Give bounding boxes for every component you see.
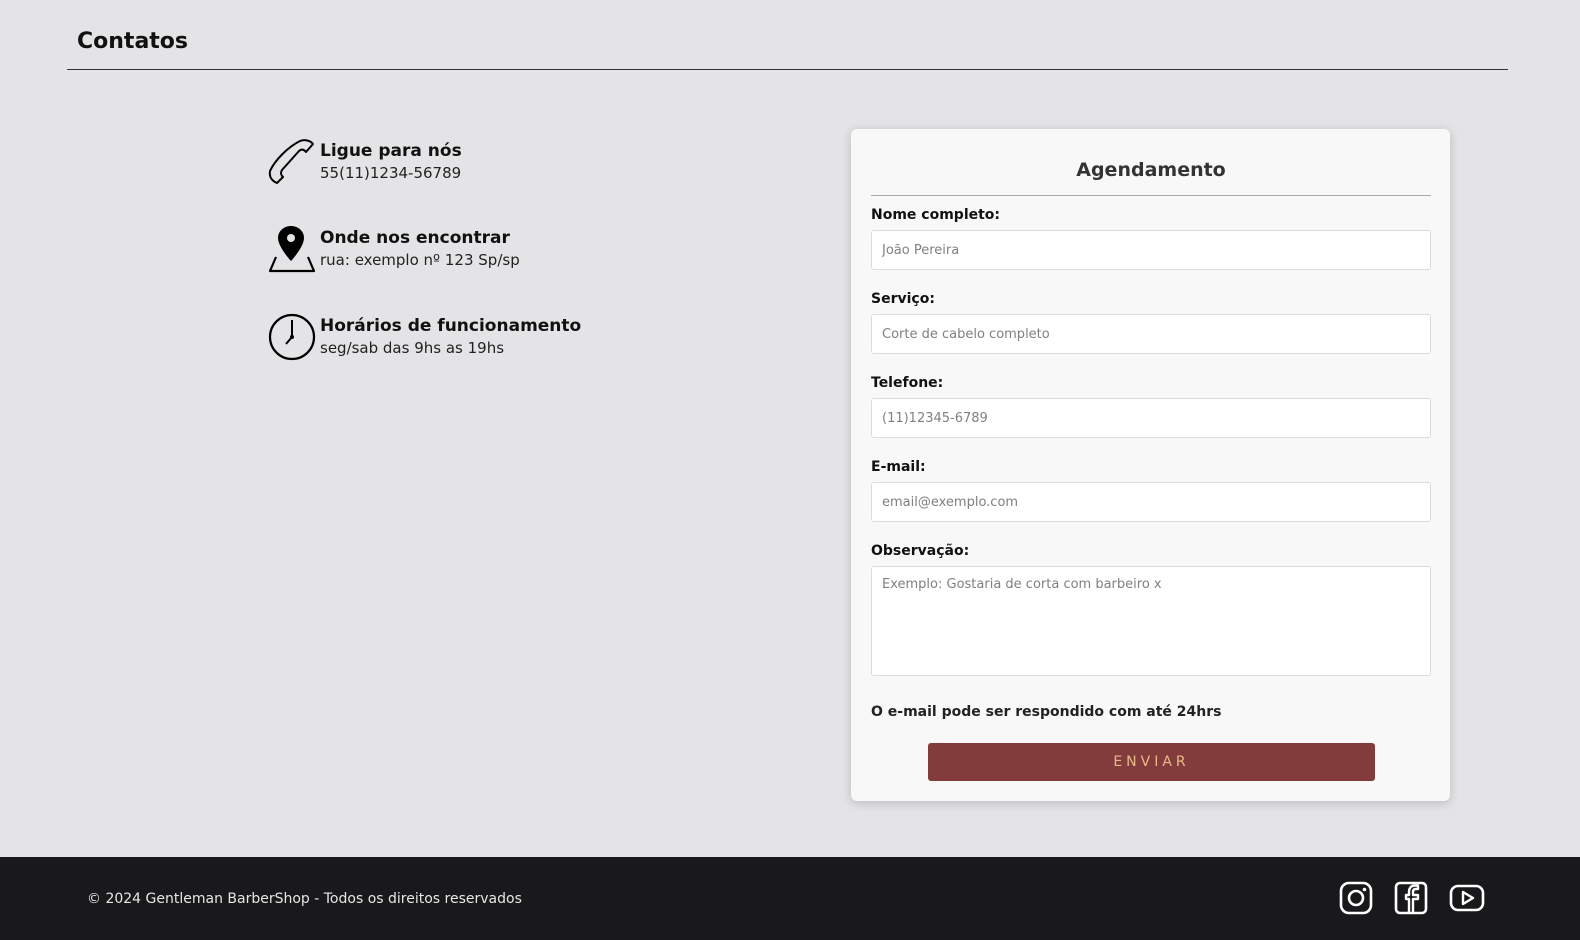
service-input[interactable]	[871, 314, 1431, 354]
contact-title: Onde nos encontrar	[320, 228, 510, 248]
contact-value: 55(11)1234-56789	[320, 164, 462, 182]
contact-value: rua: exemplo nº 123 Sp/sp	[320, 251, 520, 269]
name-input[interactable]	[871, 230, 1431, 270]
submit-button[interactable]: ENVIAR	[928, 743, 1375, 781]
service-label: Serviço:	[871, 291, 935, 307]
phone-icon	[268, 138, 316, 186]
footer-copyright: © 2024 Gentleman BarberShop - Todos os d…	[87, 891, 522, 907]
contact-value: seg/sab das 9hs as 19hs	[320, 339, 505, 357]
phone-input[interactable]	[871, 398, 1431, 438]
contact-hours: Horários de funcionamento seg/sab das 9h…	[268, 313, 581, 361]
title-divider	[67, 69, 1508, 70]
clock-icon	[268, 313, 316, 361]
form-divider	[871, 195, 1431, 196]
map-pin-icon	[268, 225, 316, 273]
booking-form: Agendamento Nome completo: Serviço: Tele…	[851, 129, 1450, 801]
notes-textarea[interactable]	[871, 566, 1431, 676]
contact-title: Ligue para nós	[320, 141, 462, 161]
contact-title: Horários de funcionamento	[320, 316, 582, 336]
phone-label: Telefone:	[871, 375, 944, 391]
name-label: Nome completo:	[871, 207, 1001, 223]
facebook-icon[interactable]	[1394, 881, 1428, 915]
form-title: Agendamento	[1076, 159, 1226, 181]
email-label: E-mail:	[871, 459, 926, 475]
footer: © 2024 Gentleman BarberShop - Todos os d…	[0, 857, 1580, 940]
notes-label: Observação:	[871, 543, 970, 559]
page-title: Contatos	[77, 29, 189, 54]
email-input[interactable]	[871, 482, 1431, 522]
instagram-icon[interactable]	[1339, 881, 1373, 915]
contact-address: Onde nos encontrar rua: exemplo nº 123 S…	[268, 225, 520, 273]
contact-phone: Ligue para nós 55(11)1234-56789	[268, 138, 462, 186]
youtube-icon[interactable]	[1449, 881, 1485, 915]
form-note: O e-mail pode ser respondido com até 24h…	[871, 704, 1222, 720]
